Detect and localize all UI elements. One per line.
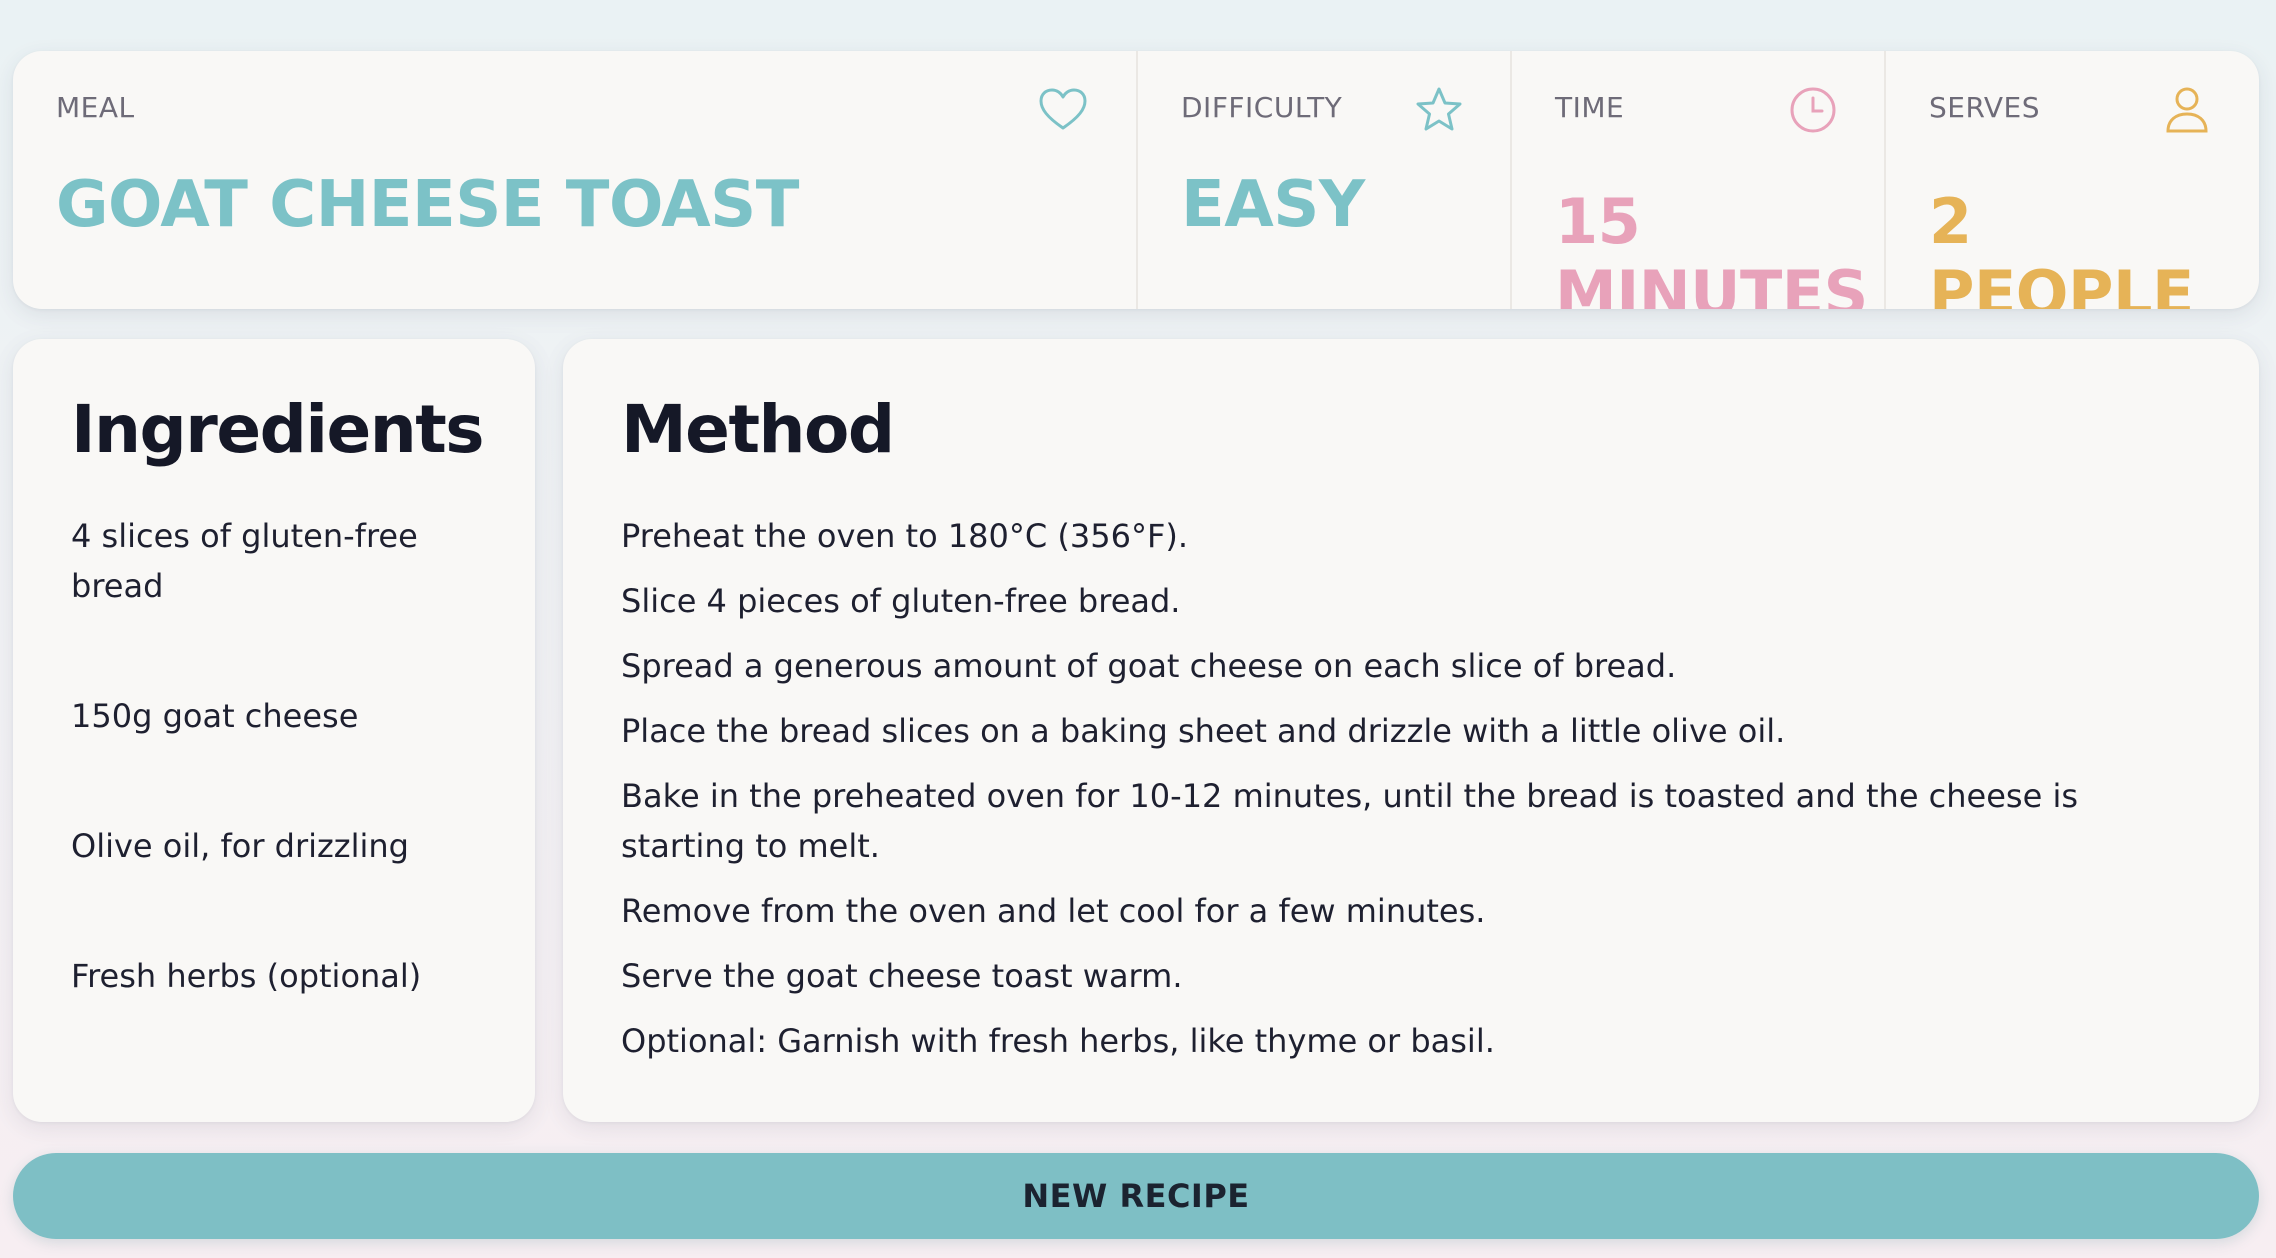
- meal-cell: MEAL GOAT CHEESE TOAST: [13, 51, 1136, 309]
- star-icon: [1413, 84, 1465, 136]
- serves-cell: SERVES 2 PEOPLE: [1884, 51, 2259, 309]
- serves-label: SERVES: [1929, 91, 2041, 124]
- heart-icon[interactable]: [1037, 84, 1089, 136]
- method-panel: Method Preheat the oven to 180°C (356°F)…: [563, 339, 2259, 1122]
- ingredient-item: 4 slices of gluten-free bread: [71, 517, 418, 605]
- time-label: TIME: [1555, 91, 1625, 124]
- ingredients-title: Ingredients: [71, 391, 485, 468]
- meal-name: GOAT CHEESE TOAST: [56, 168, 799, 242]
- method-step: Place the bread slices on a baking sheet…: [621, 712, 1786, 750]
- difficulty-cell: DIFFICULTY EASY: [1136, 51, 1510, 309]
- method-step: Slice 4 pieces of gluten-free bread.: [621, 582, 1181, 620]
- method-step: Optional: Garnish with fresh herbs, like…: [621, 1022, 1495, 1060]
- method-step: Spread a generous amount of goat cheese …: [621, 647, 1677, 685]
- difficulty-value: EASY: [1181, 168, 1365, 242]
- time-cell: TIME 15 MINUTES: [1510, 51, 1884, 309]
- serves-value: 2 PEOPLE: [1929, 185, 2194, 310]
- difficulty-label: DIFFICULTY: [1181, 91, 1343, 124]
- method-step: Bake in the preheated oven for 10-12 min…: [621, 777, 2079, 865]
- method-step: Remove from the oven and let cool for a …: [621, 892, 1486, 930]
- ingredients-panel: Ingredients 4 slices of gluten-free brea…: [13, 339, 535, 1122]
- ingredient-item: 150g goat cheese: [71, 697, 359, 735]
- new-recipe-button[interactable]: NEW RECIPE: [13, 1153, 2259, 1239]
- ingredient-item: Olive oil, for drizzling: [71, 827, 409, 865]
- meal-label: MEAL: [56, 91, 135, 124]
- method-step: Serve the goat cheese toast warm.: [621, 957, 1183, 995]
- method-step: Preheat the oven to 180°C (356°F).: [621, 517, 1189, 555]
- method-step-list: Preheat the oven to 180°C (356°F). Slice…: [621, 511, 2211, 1081]
- person-icon: [2161, 84, 2213, 136]
- clock-icon: [1787, 84, 1839, 136]
- ingredient-list: 4 slices of gluten-free bread 150g goat …: [71, 511, 471, 1081]
- method-title: Method: [621, 391, 895, 468]
- recipe-summary-bar: MEAL GOAT CHEESE TOAST DIFFICULTY EASY T…: [13, 51, 2259, 309]
- time-value: 15 MINUTES: [1555, 185, 1868, 310]
- ingredient-item: Fresh herbs (optional): [71, 957, 422, 995]
